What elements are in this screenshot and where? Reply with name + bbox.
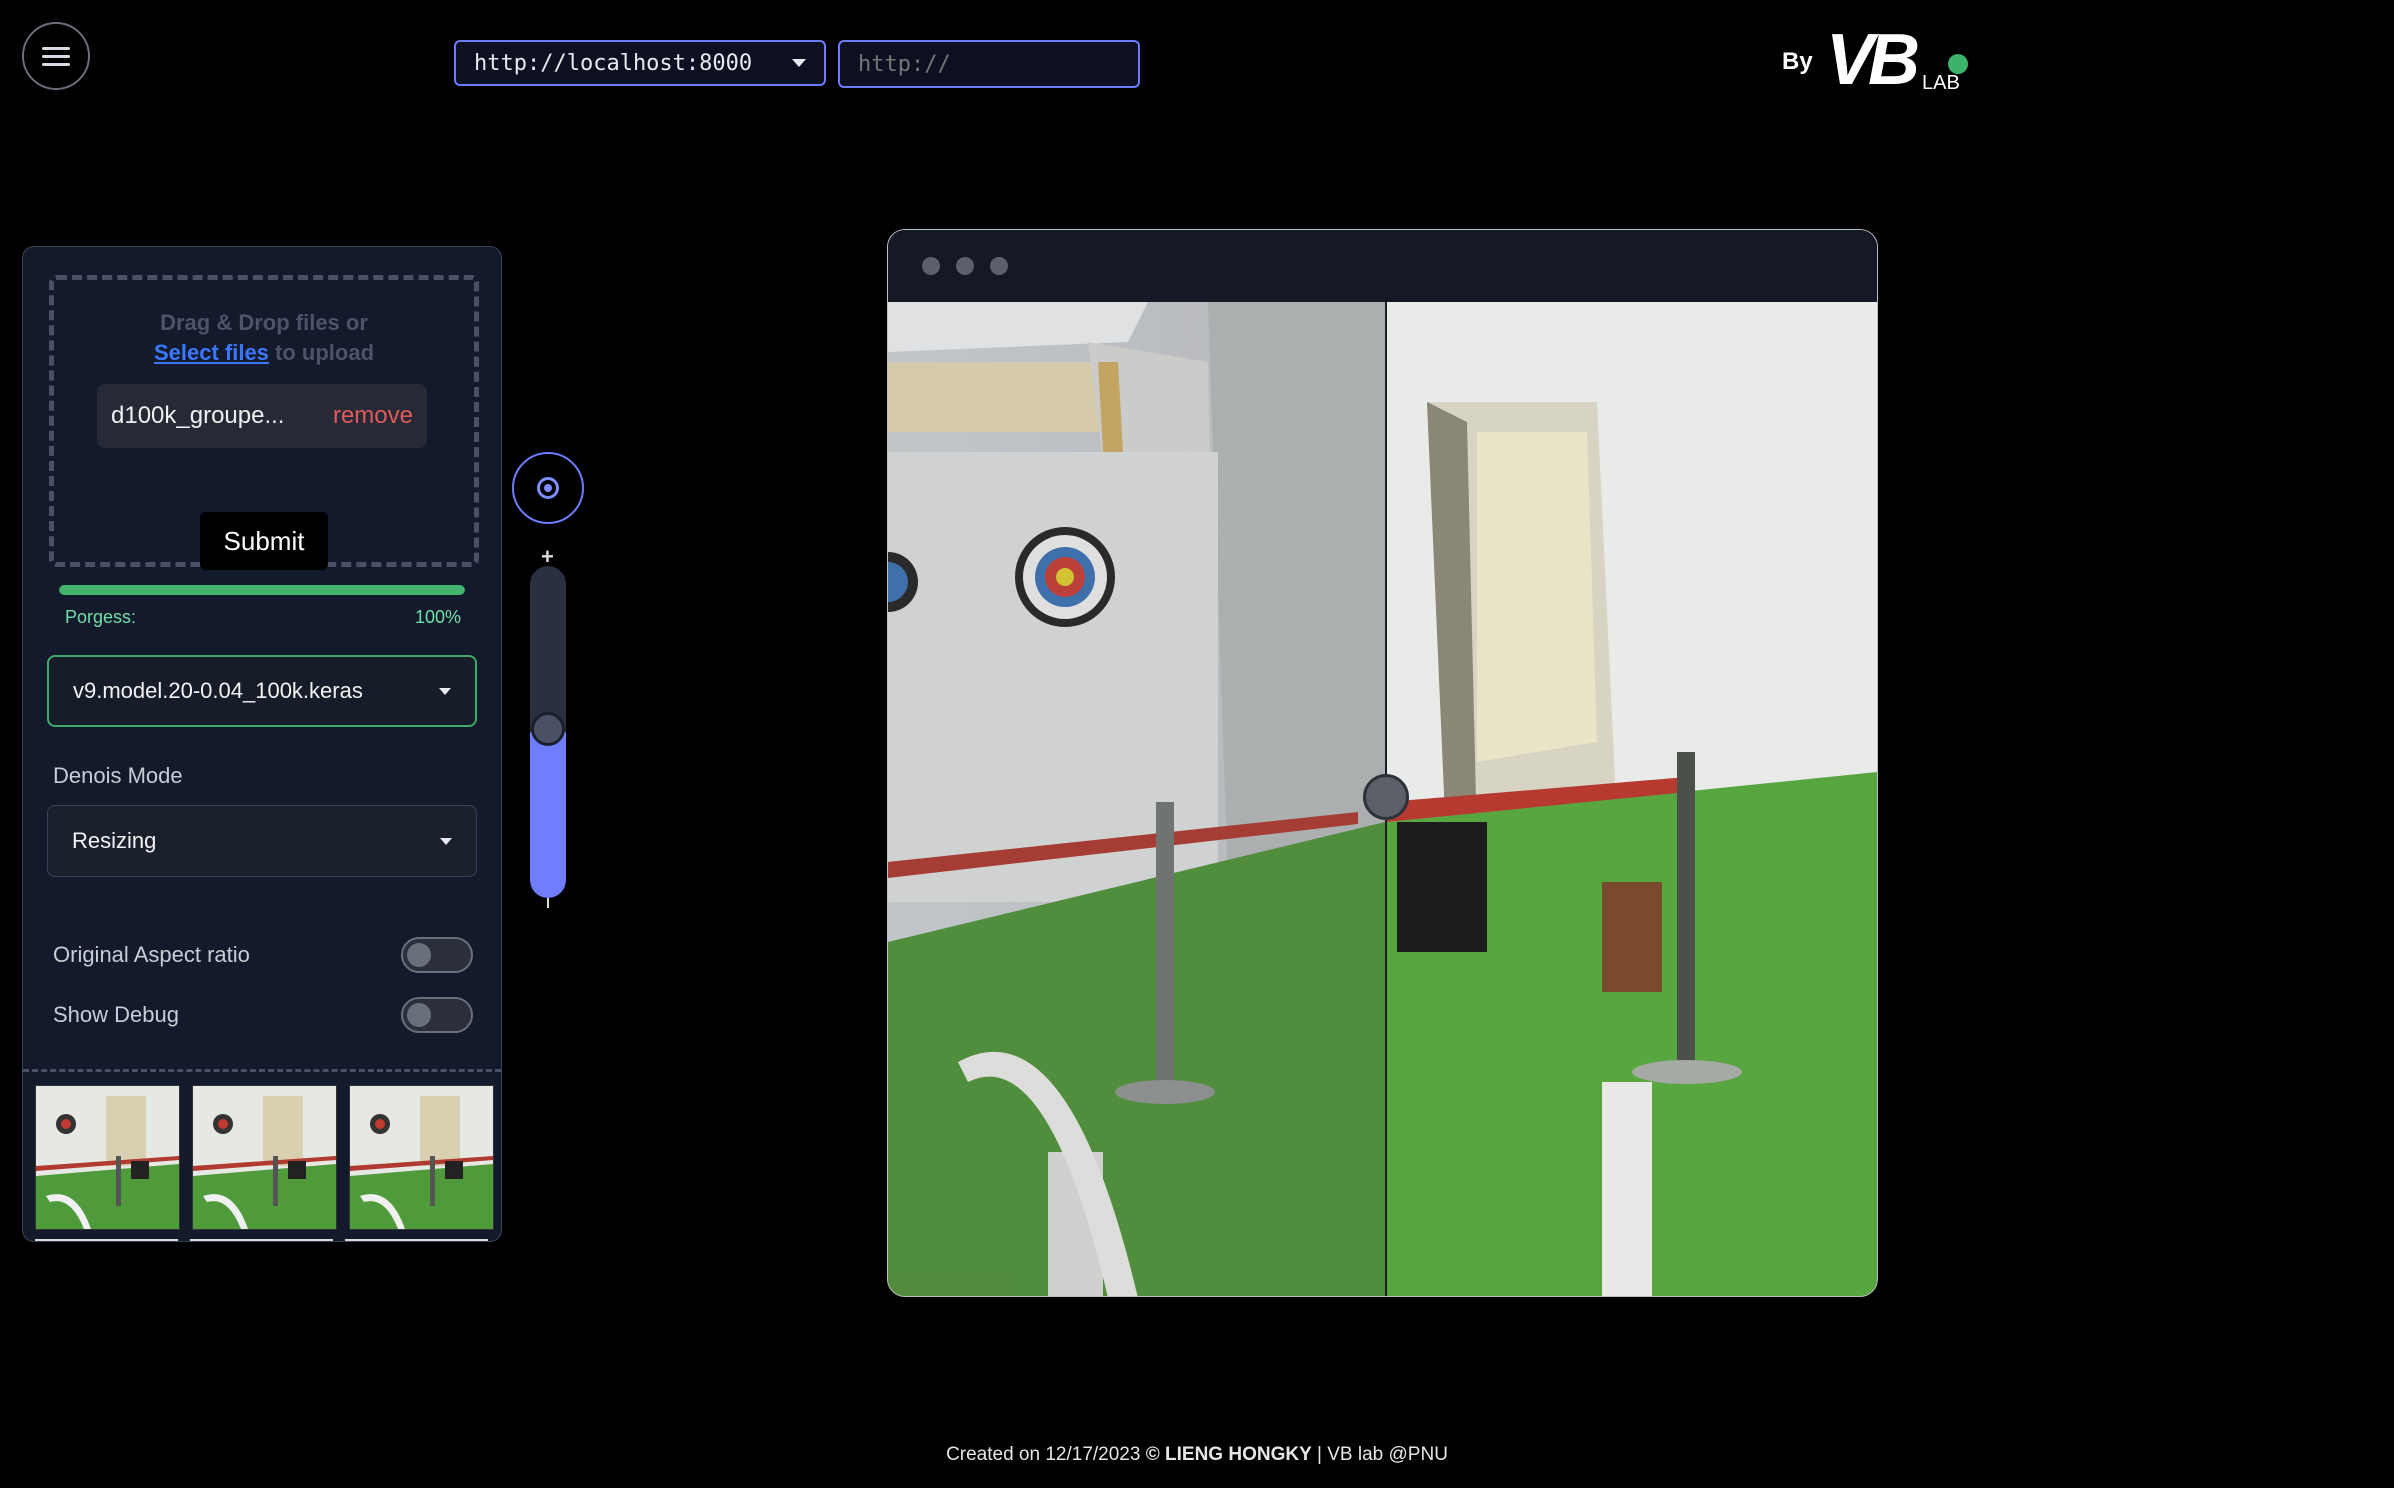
thumbnail-strip-next-row — [35, 1239, 488, 1241]
thumbnail-strip — [35, 1085, 494, 1230]
footer-created: Created on 12/17/2023 — [946, 1444, 1141, 1465]
aspect-ratio-label: Original Aspect ratio — [53, 942, 250, 967]
remove-file-button[interactable]: remove — [333, 402, 413, 430]
comparison-viewer — [887, 229, 1878, 1297]
window-dot-icon — [956, 257, 974, 275]
footer-copyright: © LIENG HONGKY — [1145, 1444, 1312, 1465]
thumbnail[interactable] — [192, 1085, 337, 1230]
window-dot-icon — [922, 257, 940, 275]
select-files-link[interactable]: Select files — [154, 340, 269, 365]
target-icon — [537, 477, 559, 499]
thumbnail-partial[interactable] — [35, 1239, 178, 1241]
debug-toggle[interactable] — [401, 997, 473, 1033]
server-url-select[interactable]: http://localhost:8000 — [454, 40, 826, 86]
hamburger-icon — [42, 42, 70, 71]
thumbnail[interactable] — [349, 1085, 494, 1230]
footer: Created on 12/17/2023 © LIENG HONGKY | V… — [0, 1444, 2394, 1466]
menu-button[interactable] — [22, 22, 90, 90]
control-panel: Drag & Drop files or Select files to upl… — [22, 246, 502, 1242]
viewer-titlebar — [888, 230, 1877, 302]
toggle-knob — [407, 1003, 431, 1027]
denoise-mode-value: Resizing — [72, 828, 157, 853]
vb-logo: VB — [1826, 20, 1920, 100]
chevron-down-icon — [792, 59, 806, 67]
compare-slider-handle[interactable] — [1363, 774, 1409, 820]
custom-url-input[interactable] — [838, 40, 1140, 88]
chevron-down-icon — [440, 837, 452, 845]
server-url-value: http://localhost:8000 — [474, 50, 753, 76]
denoised-image — [1387, 302, 1877, 1296]
window-dot-icon — [990, 257, 1008, 275]
debug-label: Show Debug — [53, 1002, 179, 1027]
progress-bar — [59, 585, 465, 595]
upload-prompt-line2: to upload — [275, 340, 375, 365]
model-select[interactable]: v9.model.20-0.04_100k.keras — [47, 655, 477, 727]
brand-by: By — [1782, 48, 1813, 75]
toggle-knob — [407, 943, 431, 967]
status-indicator-dot — [1948, 54, 1968, 74]
thumbnail-partial[interactable] — [190, 1239, 333, 1241]
thumbnail-partial[interactable] — [345, 1239, 488, 1241]
aspect-ratio-toggle[interactable] — [401, 937, 473, 973]
upload-prompt-line1: Drag & Drop files or — [160, 310, 368, 335]
upload-dropzone[interactable]: Drag & Drop files or Select files to upl… — [49, 275, 479, 570]
thumbnail[interactable] — [35, 1085, 180, 1230]
debug-row: Show Debug — [53, 997, 473, 1033]
submit-button[interactable]: Submit — [200, 512, 328, 570]
aspect-ratio-row: Original Aspect ratio — [53, 937, 473, 973]
footer-lab: VB lab @PNU — [1327, 1444, 1448, 1465]
vb-lab-label: LAB — [1922, 72, 1960, 94]
uploaded-file-chip: d100k_groupe... remove — [97, 384, 427, 448]
progress-value: 100% — [414, 607, 461, 627]
denoise-mode-select[interactable]: Resizing — [47, 805, 477, 877]
thumbnail-divider — [23, 1069, 501, 1072]
target-center-button[interactable] — [512, 452, 584, 524]
zoom-slider-thumb[interactable] — [531, 712, 565, 746]
uploaded-file-name: d100k_groupe... — [111, 402, 285, 429]
chevron-down-icon — [439, 687, 451, 695]
comparison-area[interactable] — [888, 302, 1877, 1296]
zoom-slider-fill — [530, 732, 566, 898]
zoom-minus-mark — [547, 898, 549, 908]
progress-bar-fill — [59, 585, 465, 595]
progress-label: Porgess: — [65, 607, 137, 627]
footer-separator: | — [1317, 1444, 1322, 1465]
denoise-mode-label: Denois Mode — [53, 763, 183, 788]
model-select-value: v9.model.20-0.04_100k.keras — [73, 678, 363, 703]
original-image — [888, 302, 1385, 1296]
upload-prompt: Drag & Drop files or Select files to upl… — [54, 308, 474, 368]
